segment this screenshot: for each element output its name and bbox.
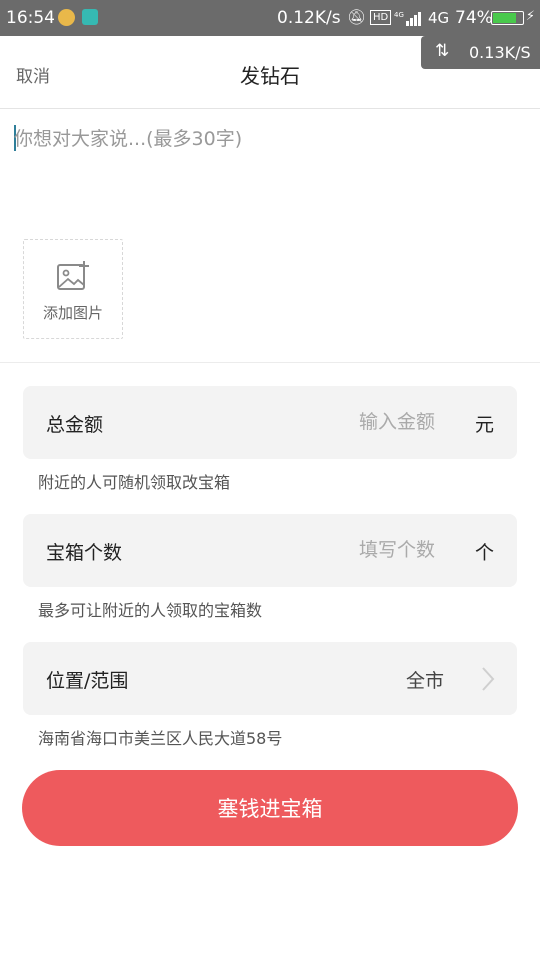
count-label: 宝箱个数 [46, 542, 123, 564]
status-time: 16:54 [6, 8, 55, 28]
signal-icon: 4G [394, 11, 421, 26]
count-unit: 个 [474, 542, 494, 564]
status-bar: 16:54 0.12K/s 🔕︎ HD 4G 4G 74% ⚡︎ [0, 0, 540, 36]
amount-label: 总金额 [46, 414, 104, 436]
location-address: 海南省海口市美兰区人民大道58号 [38, 729, 283, 748]
status-net-speed: 0.12K/s [277, 8, 341, 28]
battery-fill [493, 13, 516, 23]
cancel-button[interactable]: 取消 [16, 62, 50, 87]
chevron-right-icon [482, 667, 495, 691]
section-divider [0, 362, 540, 363]
count-row[interactable]: 宝箱个数 个 [23, 514, 517, 587]
count-input[interactable] [233, 534, 437, 566]
battery-icon: ⚡︎ [491, 9, 535, 25]
message-input[interactable] [14, 120, 524, 224]
network-type: 4G [428, 9, 450, 27]
hd-icon: HD [370, 10, 392, 25]
amount-hint: 附近的人可随机领取改宝箱 [38, 473, 231, 492]
submit-button[interactable]: 塞钱进宝箱 [22, 770, 518, 846]
amount-unit: 元 [474, 414, 494, 436]
location-label: 位置/范围 [46, 670, 129, 692]
svg-text:4G: 4G [394, 11, 404, 19]
transfer-arrows-icon: ⇅ [435, 41, 450, 61]
location-row[interactable]: 位置/范围 全市 [23, 642, 517, 715]
battery-percent: 74% [455, 8, 493, 28]
add-image-button[interactable]: 添加图片 [23, 239, 123, 339]
amount-input[interactable] [233, 406, 437, 438]
add-image-label: 添加图片 [42, 304, 103, 322]
count-hint: 最多可让附近的人领取的宝箱数 [38, 601, 263, 620]
location-value: 全市 [405, 670, 444, 692]
floating-speed-value: 0.13K/S [469, 43, 531, 62]
notification-app-icon [58, 9, 75, 26]
charging-icon: ⚡︎ [525, 9, 535, 24]
mute-bell-icon: 🔕︎ [347, 8, 367, 26]
add-image-icon [57, 261, 89, 290]
amount-row[interactable]: 总金额 元 [23, 386, 517, 459]
floating-speed-widget[interactable]: ⇅ 0.13K/S [421, 36, 540, 69]
screenshot-notification-icon [82, 9, 98, 25]
